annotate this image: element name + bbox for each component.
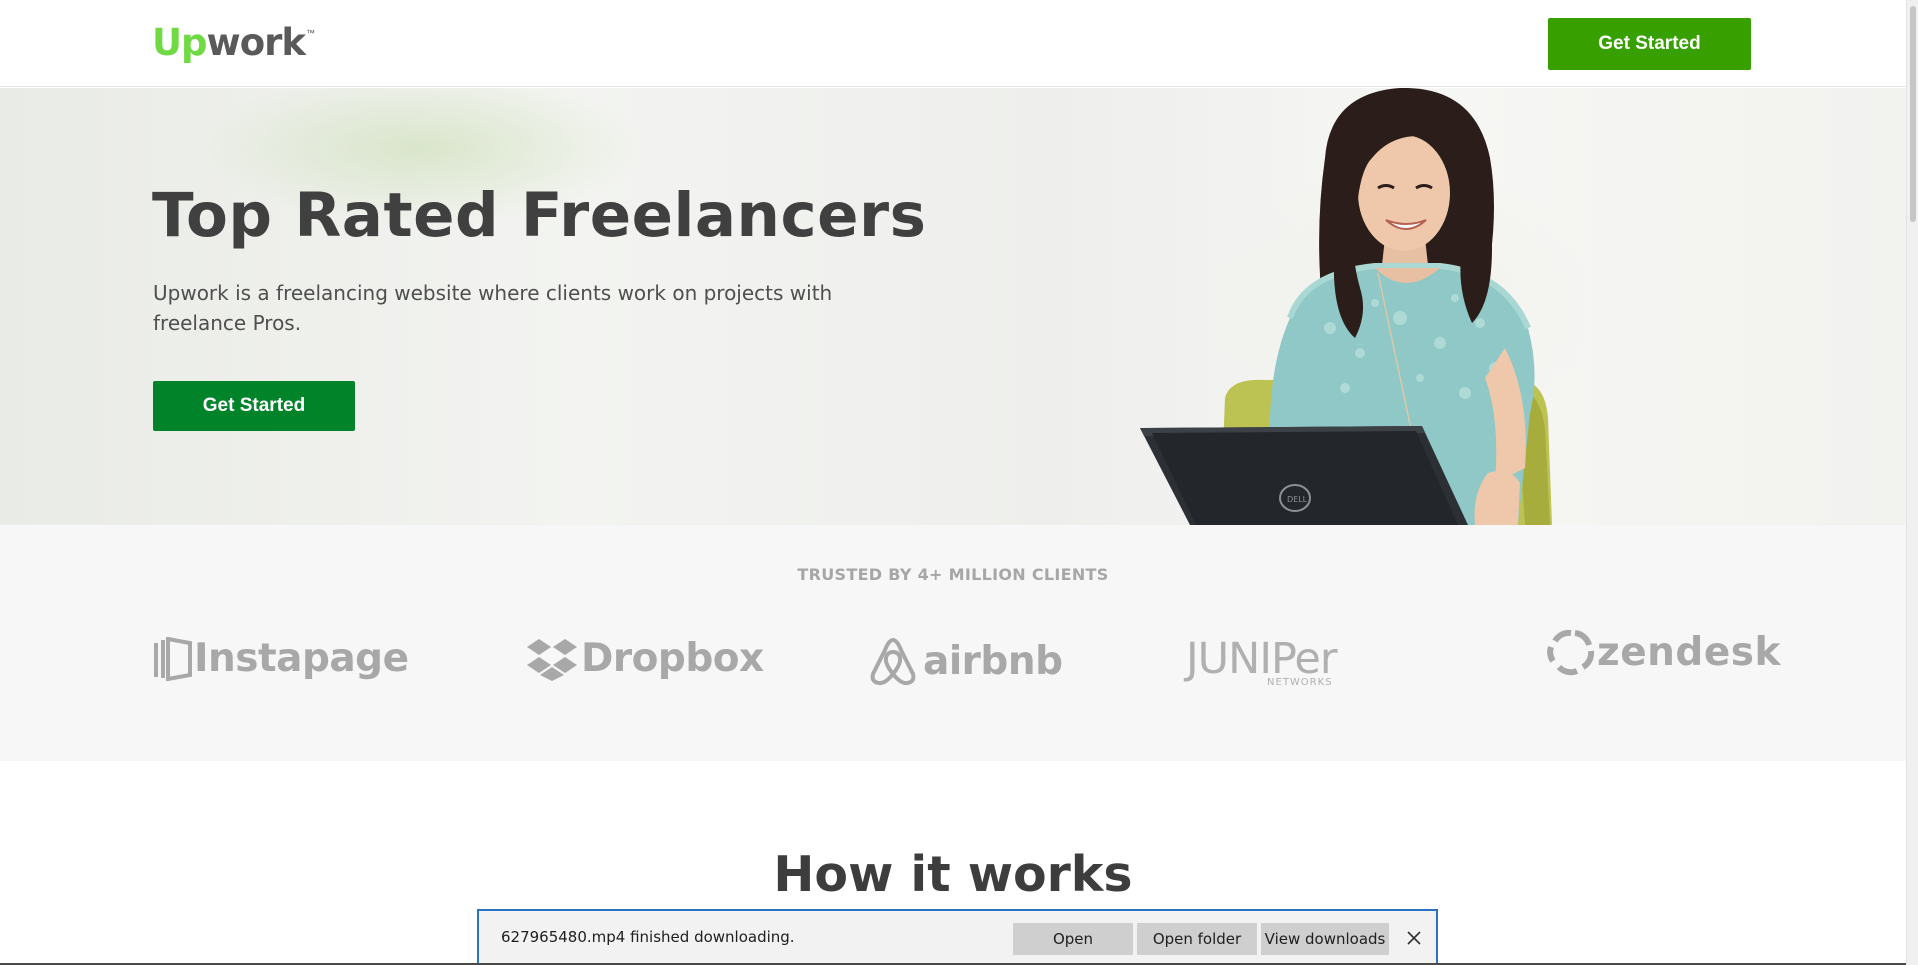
instapage-icon bbox=[154, 636, 192, 681]
trusted-by-section: TRUSTED BY 4+ MILLION CLIENTS Instapage … bbox=[0, 525, 1906, 761]
header-get-started-button[interactable]: Get Started bbox=[1548, 18, 1751, 70]
dropbox-logo: Dropbox bbox=[527, 636, 764, 681]
hero-woman-with-laptop-image: DELL bbox=[1140, 88, 1552, 525]
scrollbar-thumb[interactable] bbox=[1910, 6, 1916, 222]
how-it-works-heading: How it works bbox=[773, 846, 1133, 903]
download-notification-bar: 627965480.mp4 finished downloading. Open… bbox=[477, 909, 1438, 965]
view-downloads-button[interactable]: View downloads bbox=[1261, 923, 1389, 955]
page-scrollbar[interactable] bbox=[1906, 0, 1918, 965]
download-message: 627965480.mp4 finished downloading. bbox=[501, 928, 795, 946]
hero-section: Top Rated Freelancers Upwork is a freela… bbox=[0, 88, 1906, 525]
logo-up-text: Up bbox=[152, 21, 208, 64]
upwork-logo[interactable]: Up work ™ bbox=[152, 20, 315, 64]
zendesk-logo-text: zendesk bbox=[1597, 629, 1781, 675]
instapage-logo-text: Instapage bbox=[194, 636, 409, 681]
airbnb-logo-text: airbnb bbox=[923, 638, 1063, 684]
hero-get-started-button[interactable]: Get Started bbox=[153, 381, 355, 431]
juniper-logo-text: JUNIPer bbox=[1186, 634, 1338, 684]
logo-work-text: work bbox=[206, 21, 306, 64]
trusted-title: TRUSTED BY 4+ MILLION CLIENTS bbox=[797, 565, 1109, 584]
laptop-brand-text: DELL bbox=[1287, 495, 1308, 504]
hero-subtitle: Upwork is a freelancing website where cl… bbox=[153, 281, 833, 335]
close-icon[interactable] bbox=[1401, 925, 1427, 951]
logo-trademark: ™ bbox=[306, 28, 315, 38]
airbnb-icon bbox=[870, 637, 916, 686]
instapage-logo: Instapage bbox=[152, 636, 409, 681]
site-header: Up work ™ Get Started bbox=[0, 0, 1906, 87]
open-folder-button[interactable]: Open folder bbox=[1137, 923, 1257, 955]
hero-title: Top Rated Freelancers bbox=[152, 180, 927, 251]
dropbox-icon bbox=[527, 638, 577, 681]
juniper-logo: JUNIPer NETWORKS bbox=[1186, 634, 1338, 689]
airbnb-logo: airbnb bbox=[869, 636, 1063, 686]
zendesk-logo: zendesk bbox=[1545, 627, 1781, 677]
browser-viewport: Up work ™ Get Started Top Rated Freelanc… bbox=[0, 0, 1918, 965]
dropbox-logo-text: Dropbox bbox=[581, 636, 764, 681]
zendesk-icon bbox=[1547, 629, 1595, 676]
open-button[interactable]: Open bbox=[1013, 923, 1133, 955]
juniper-networks-text: NETWORKS bbox=[1267, 677, 1333, 688]
